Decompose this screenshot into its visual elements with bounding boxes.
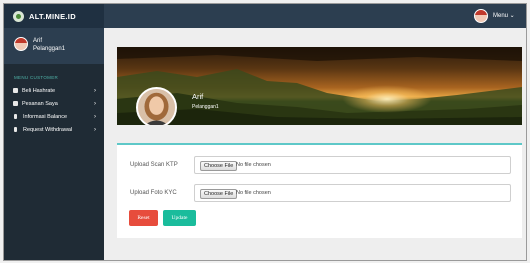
ktp-upload-label: Upload Scan KTP (130, 162, 178, 168)
profile-banner: Arif Pelanggan1 (117, 47, 522, 125)
sidebar-item-label: Informasi Balance (23, 113, 68, 120)
sidebar-item-request-withdrawal[interactable]: Request Withdrawal › (4, 123, 104, 136)
ktp-file-input[interactable]: Choose File No file chosen (194, 156, 511, 174)
sidebar-item-informasi-balance[interactable]: Informasi Balance › (4, 110, 104, 123)
chevron-right-icon: › (94, 100, 96, 107)
avatar[interactable] (474, 9, 488, 23)
dollar-icon (14, 114, 17, 119)
profile-photo (136, 87, 177, 125)
sidebar-item-label: Request Withdrawal (23, 126, 73, 133)
chevron-right-icon: › (94, 87, 96, 94)
file-status: No file chosen (236, 162, 271, 168)
menu-section-header: MENU CUSTOMER (14, 75, 59, 80)
ktp-upload-row: Upload Scan KTP Choose File No file chos… (117, 156, 522, 174)
user-info: Arif Pelanggan1 (33, 37, 65, 53)
choose-file-button[interactable]: Choose File (200, 188, 238, 199)
sidebar: ALT.MINE.ID Arif Pelanggan1 MENU CUSTOME… (4, 4, 104, 260)
file-status: No file chosen (236, 190, 271, 196)
avatar (14, 37, 28, 51)
choose-file-button[interactable]: Choose File (200, 160, 238, 171)
dollar-icon (14, 127, 17, 132)
kyc-upload-label: Upload Foto KYC (130, 190, 177, 196)
sidebar-item-label: Beli Hashrate (22, 87, 56, 94)
user-menu-dropdown[interactable]: Menu ⌄ (493, 12, 515, 19)
person-photo-icon (138, 89, 175, 125)
kyc-upload-row: Upload Foto KYC Choose File No file chos… (117, 184, 522, 202)
mine-logo-icon (13, 10, 24, 22)
profile-name: Arif (192, 92, 204, 101)
app-window: ALT.MINE.ID Arif Pelanggan1 MENU CUSTOME… (3, 3, 527, 261)
brand-name: ALT.MINE.ID (29, 11, 76, 21)
user-name: Arif (33, 38, 42, 44)
user-role: Pelanggan1 (33, 46, 66, 52)
top-navbar: Menu ⌄ (104, 4, 526, 28)
sidebar-item-label: Pesanan Saya (22, 100, 58, 107)
sidebar-item-beli-hashrate[interactable]: Beli Hashrate › (4, 84, 104, 97)
chevron-right-icon: › (94, 113, 96, 120)
update-button[interactable]: Update (163, 210, 196, 226)
profile-role: Pelanggan1 (192, 104, 219, 110)
user-panel: Arif Pelanggan1 (4, 28, 104, 64)
cart-icon (13, 88, 18, 93)
chevron-right-icon: › (94, 126, 96, 133)
kyc-file-input[interactable]: Choose File No file chosen (194, 184, 511, 202)
brand-bar[interactable]: ALT.MINE.ID (4, 4, 104, 28)
reset-button[interactable]: Reset (129, 210, 158, 226)
sidebar-item-pesanan-saya[interactable]: Pesanan Saya › (4, 97, 104, 110)
main-content: Arif Pelanggan1 Upload Scan KTP Choose F… (117, 47, 522, 242)
list-icon (13, 101, 18, 106)
landscape-image (117, 47, 522, 125)
